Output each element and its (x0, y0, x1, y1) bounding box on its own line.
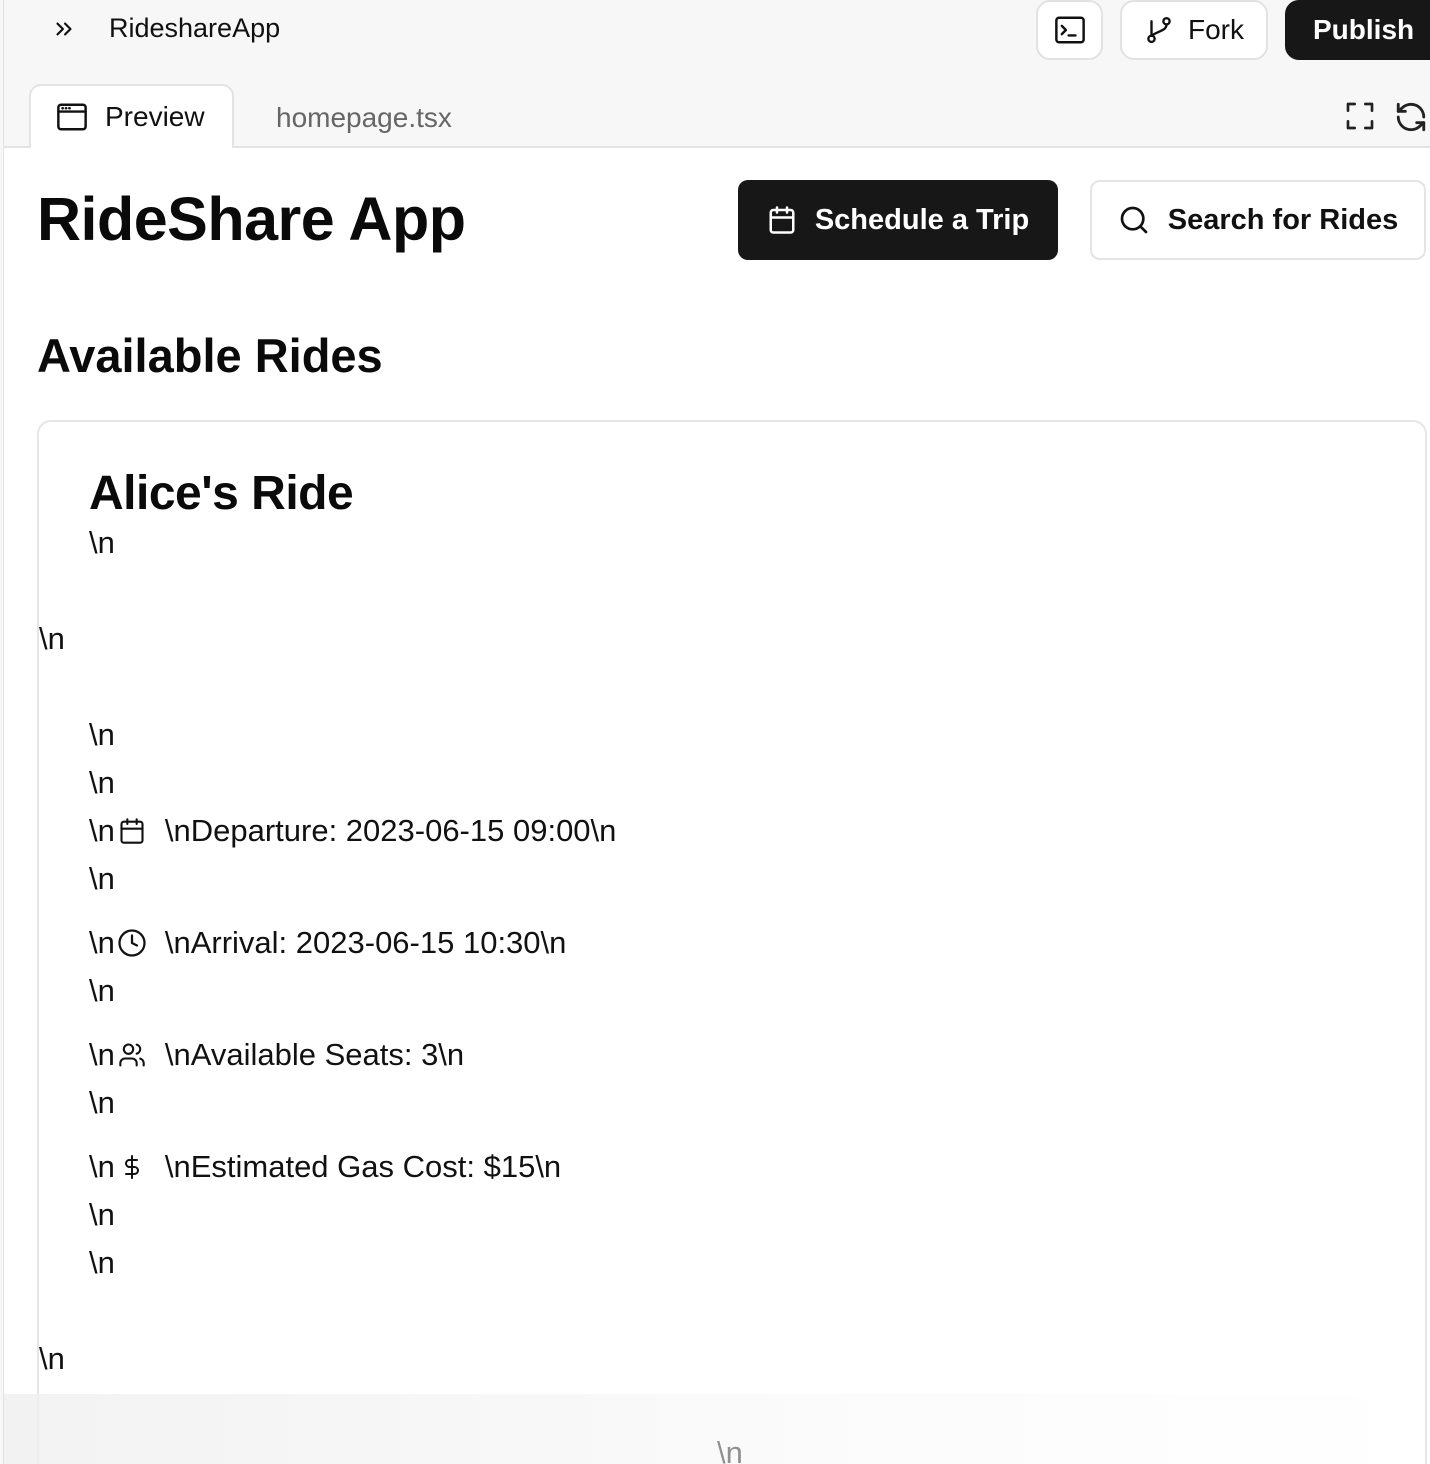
arrival-prefix: \n (89, 925, 115, 960)
raw-newline-text: \n (89, 1085, 115, 1120)
search-rides-label: Search for Rides (1167, 203, 1399, 236)
arrival-row: \n \nArrival: 2023-06-15 10:30\n (89, 925, 566, 961)
seats-prefix: \n (89, 1037, 115, 1072)
terminal-button[interactable] (1036, 0, 1103, 60)
publish-button[interactable]: Publish (1285, 0, 1430, 60)
dollar-sign-icon (117, 1152, 147, 1182)
schedule-trip-button[interactable]: Schedule a Trip (738, 180, 1058, 260)
arrival-text: \nArrival: 2023-06-15 10:30\n (164, 925, 567, 960)
clock-icon (117, 928, 147, 958)
chevrons-right-icon (56, 22, 72, 36)
raw-newline-text: \n (39, 621, 65, 656)
expand-sidebar-button[interactable] (44, 10, 84, 48)
calendar-icon (117, 816, 147, 846)
calendar-icon (769, 206, 795, 234)
fullscreen-icon[interactable] (1344, 100, 1376, 132)
tabs-bar: Preview homepage.tsx (4, 84, 1430, 148)
departure-text: \nDeparture: 2023-06-15 09:00\n (164, 813, 617, 848)
refresh-icon[interactable] (1394, 100, 1428, 134)
tab-preview[interactable]: Preview (29, 84, 234, 148)
browser-window-icon (57, 103, 87, 131)
fork-button[interactable]: Fork (1120, 0, 1268, 60)
tab-preview-label: Preview (105, 101, 205, 132)
gas-cost-row: \n \nEstimated Gas Cost: $15\n (89, 1149, 561, 1185)
page-title: RideShare App (37, 185, 466, 253)
raw-newline-text: \n (717, 1435, 743, 1464)
departure-row: \n \nDeparture: 2023-06-15 09:00\n (89, 813, 616, 849)
raw-newline-text: \n (89, 717, 115, 752)
tab-homepage-tsx[interactable]: homepage.tsx (276, 102, 452, 134)
app-name: RideshareApp (109, 13, 281, 43)
schedule-trip-label: Schedule a Trip (814, 203, 1030, 236)
raw-newline-text: \n (39, 1341, 65, 1376)
raw-newline-text: \n (89, 525, 115, 560)
app-frame: RideshareApp Fork Publish Preview homepa… (3, 0, 1430, 1464)
fork-label: Fork (1188, 14, 1244, 45)
git-fork-icon (1147, 16, 1171, 44)
search-rides-button[interactable]: Search for Rides (1090, 180, 1426, 260)
gas-prefix: \n (89, 1149, 115, 1184)
seats-text: \nAvailable Seats: 3\n (164, 1037, 465, 1072)
users-icon (117, 1040, 147, 1070)
departure-prefix: \n (89, 813, 115, 848)
raw-newline-text: \n (89, 973, 115, 1008)
raw-newline-text: \n (89, 765, 115, 800)
gas-text: \nEstimated Gas Cost: $15\n (164, 1149, 562, 1184)
ride-title: Alice's Ride (89, 467, 354, 520)
raw-newline-text: \n (89, 1245, 115, 1280)
search-icon (1120, 206, 1148, 234)
ride-card: Alice's Ride \n \n \n \n \n \nDeparture:… (37, 420, 1427, 1464)
seats-row: \n \nAvailable Seats: 3\n (89, 1037, 464, 1073)
raw-newline-text: \n (89, 861, 115, 896)
section-title: Available Rides (37, 329, 383, 382)
raw-newline-text: \n (89, 1197, 115, 1232)
preview-content: RideShare App Schedule a Trip Search for… (4, 148, 1430, 1464)
top-bar: RideshareApp Fork Publish (4, 0, 1430, 60)
terminal-icon (1054, 16, 1085, 44)
